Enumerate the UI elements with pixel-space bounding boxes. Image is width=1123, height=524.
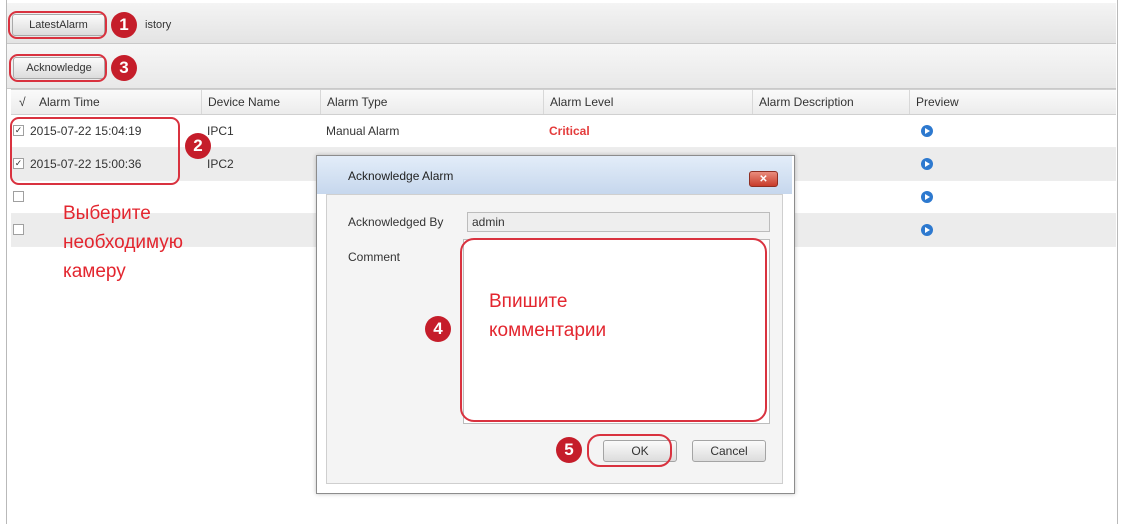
- alarm-level: Critical: [549, 124, 590, 138]
- annotation-outline-selected-rows: [10, 117, 180, 185]
- annotation-badge-5: 5: [556, 437, 582, 463]
- toolbar: [7, 44, 1116, 89]
- header-alarm-level[interactable]: Alarm Level: [543, 90, 752, 114]
- annotation-outline-latest-alarm: [8, 11, 107, 39]
- device-name: IPC1: [207, 124, 234, 138]
- header-alarm-type[interactable]: Alarm Type: [320, 90, 543, 114]
- acknowledged-by-field[interactable]: [467, 212, 770, 232]
- close-icon[interactable]: ✕: [749, 171, 778, 187]
- annotation-badge-1: 1: [111, 12, 137, 38]
- dialog-title: Acknowledge Alarm: [348, 169, 454, 183]
- annotation-outline-acknowledge: [9, 54, 107, 82]
- header-alarm-time[interactable]: Alarm Time: [33, 90, 201, 114]
- tab-history[interactable]: istory: [145, 19, 171, 31]
- header-select[interactable]: √: [11, 90, 33, 114]
- acknowledged-by-label: Acknowledged By: [348, 215, 444, 229]
- cancel-button[interactable]: Cancel: [692, 440, 766, 462]
- annotation-badge-2: 2: [185, 133, 211, 159]
- header-alarm-description[interactable]: Alarm Description: [752, 90, 909, 114]
- annotation-note-enter-comment: Впишите комментарии: [489, 291, 607, 341]
- play-circle-icon[interactable]: [921, 224, 933, 236]
- comment-label: Comment: [348, 250, 401, 264]
- annotation-badge-3: 3: [111, 55, 137, 81]
- device-name: IPC2: [207, 157, 234, 171]
- row-checkbox[interactable]: [13, 224, 24, 235]
- alarm-type: Manual Alarm: [326, 124, 400, 138]
- play-circle-icon[interactable]: [921, 191, 933, 203]
- play-circle-icon[interactable]: [921, 158, 933, 170]
- tab-bar: [7, 3, 1116, 44]
- annotation-outline-ok: [587, 434, 672, 467]
- annotation-badge-4: 4: [425, 316, 451, 342]
- annotation-note-select-camera: Выберите необходимую камеру: [63, 203, 184, 282]
- table-header: √ Alarm Time Device Name Alarm Type Alar…: [11, 89, 1116, 115]
- row-checkbox[interactable]: [13, 191, 24, 202]
- header-device-name[interactable]: Device Name: [201, 90, 320, 114]
- play-circle-icon[interactable]: [921, 125, 933, 137]
- dialog-title-bar[interactable]: Acknowledge Alarm ✕: [317, 156, 792, 194]
- header-preview[interactable]: Preview: [909, 90, 1116, 114]
